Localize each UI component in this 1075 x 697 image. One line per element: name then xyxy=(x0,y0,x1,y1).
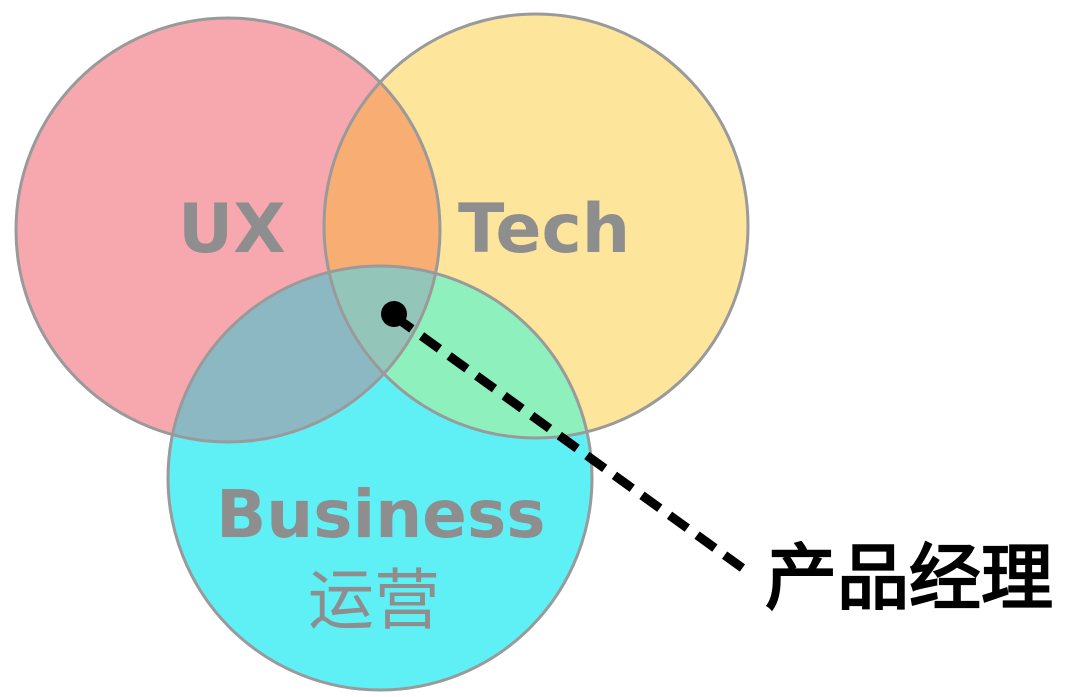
business-sublabel: 运营 xyxy=(308,562,440,639)
tech-label: Tech xyxy=(458,190,631,269)
callout-dot xyxy=(381,301,407,327)
product-manager-label: 产品经理 xyxy=(765,536,1054,620)
venn-diagram-canvas: UX Tech Business 运营 产品经理 xyxy=(0,0,1075,697)
ux-label: UX xyxy=(178,190,286,269)
business-label: Business xyxy=(216,476,546,553)
